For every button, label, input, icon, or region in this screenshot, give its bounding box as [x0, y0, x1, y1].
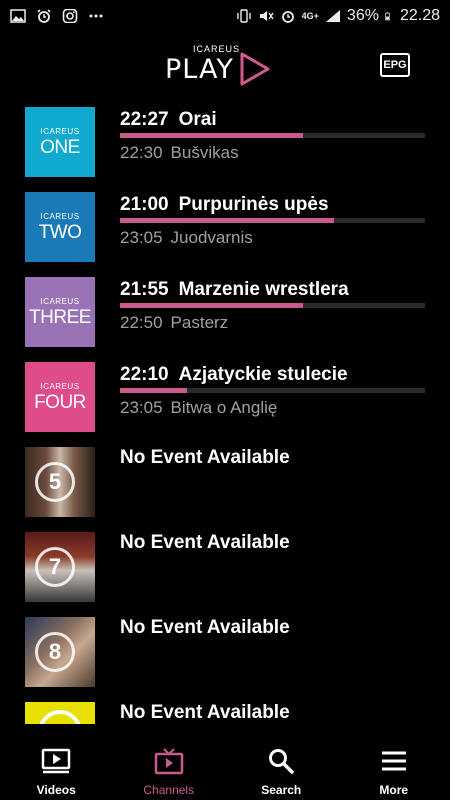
- nav-videos[interactable]: Videos: [0, 735, 113, 800]
- tv-icon: [154, 747, 184, 775]
- channel-row-8[interactable]: 8 No Event Available: [0, 613, 450, 698]
- up-next: 22:30 Bušvikas: [120, 143, 239, 163]
- up-next: 23:05 Bitwa o Anglię: [120, 398, 277, 418]
- now-time: 21:55: [120, 279, 169, 300]
- menu-icon: [379, 747, 409, 775]
- channel-row-four[interactable]: ICAREUS FOUR 22:10 Azjatyckie stulecie 23…: [0, 358, 450, 443]
- image-icon: [10, 9, 26, 23]
- next-title: Juodvarnis: [170, 228, 253, 247]
- now-playing: 21:55 Marzenie wrestlera: [120, 279, 349, 301]
- battery-percent: 36%: [346, 7, 379, 24]
- nav-label: Channels: [143, 783, 195, 797]
- channel-brand: ICAREUS: [40, 297, 80, 306]
- epg-button[interactable]: EPG: [380, 53, 410, 77]
- channel-logo-two[interactable]: ICAREUS TWO: [25, 192, 95, 262]
- program-progress: [120, 388, 425, 393]
- channel-row-one[interactable]: ICAREUS ONE 22:27 Orai 22:30 Bušvikas: [0, 103, 450, 188]
- channel-row-7[interactable]: 7 No Event Available: [0, 528, 450, 613]
- channel-row-two[interactable]: ICAREUS TWO 21:00 Purpurinės upės 23:05 Ju…: [0, 188, 450, 273]
- channel-number-badge: 5: [35, 462, 75, 502]
- channel-brand: ICAREUS: [40, 127, 80, 136]
- channel-brand: ICAREUS: [40, 212, 80, 221]
- alarm-icon: [37, 9, 51, 23]
- now-title: Azjatyckie stulecie: [178, 364, 348, 385]
- instagram-icon: [62, 9, 78, 23]
- signal-icon: [325, 10, 340, 22]
- now-time: 22:10: [120, 364, 169, 385]
- channel-name: FOUR: [34, 392, 86, 413]
- next-time: 23:05: [120, 228, 163, 247]
- status-time: 22.28: [399, 7, 440, 24]
- nav-more[interactable]: More: [338, 735, 450, 800]
- program-progress: [120, 218, 425, 223]
- no-event-text: No Event Available: [120, 532, 290, 553]
- nav-channels[interactable]: Channels: [113, 735, 226, 800]
- search-icon: [266, 747, 296, 775]
- channel-name: ONE: [40, 137, 80, 158]
- epg-label: EPG: [383, 59, 407, 71]
- logo-brand-text: ICAREUS: [193, 44, 241, 54]
- channel-list[interactable]: ICAREUS ONE 22:27 Orai 22:30 Bušvikas ICAR…: [0, 103, 450, 724]
- channel-number-badge: 7: [35, 547, 75, 587]
- channel-logo-one[interactable]: ICAREUS ONE: [25, 107, 95, 177]
- battery-icon: [385, 12, 390, 21]
- channel-name: THREE: [29, 307, 91, 328]
- channel-logo-four[interactable]: ICAREUS FOUR: [25, 362, 95, 432]
- more-dots-icon: [89, 14, 103, 18]
- program-progress: [120, 303, 425, 308]
- next-title: Bušvikas: [170, 143, 239, 162]
- channel-name: TWO: [38, 222, 82, 243]
- now-playing: 21:00 Purpurinės upės: [120, 194, 329, 216]
- up-next: 22:50 Pasterz: [120, 313, 228, 333]
- now-title: Purpurinės upės: [178, 194, 329, 215]
- no-event-text: No Event Available: [120, 617, 290, 638]
- no-event-text: No Event Available: [120, 447, 290, 468]
- play-triangle-icon: [240, 52, 270, 86]
- channel-row-three[interactable]: ICAREUS THREE 21:55 Marzenie wrestlera 22…: [0, 273, 450, 358]
- channel-brand: ICAREUS: [40, 382, 80, 391]
- now-title: Orai: [178, 109, 217, 130]
- now-playing: 22:10 Azjatyckie stulecie: [120, 364, 348, 386]
- progress-fill: [120, 388, 188, 393]
- status-bar: 4G+ 36% 22.28: [0, 0, 450, 32]
- channel-thumbnail-8[interactable]: 8: [25, 617, 95, 687]
- program-progress: [120, 133, 425, 138]
- vibrate-icon: [236, 9, 251, 23]
- mute-icon: [259, 11, 274, 21]
- next-time: 22:30: [120, 143, 163, 162]
- progress-fill: [120, 218, 334, 223]
- nav-label: Videos: [36, 783, 76, 797]
- channel-row-5[interactable]: 5 No Event Available: [0, 443, 450, 528]
- network-type: 4G+: [301, 10, 319, 21]
- now-title: Marzenie wrestlera: [178, 279, 349, 300]
- status-right: 4G+ 36% 22.28: [236, 7, 440, 25]
- channel-thumbnail-7[interactable]: 7: [25, 532, 95, 602]
- next-time: 22:50: [120, 313, 163, 332]
- now-time: 21:00: [120, 194, 169, 215]
- alarm-clock-icon: [281, 11, 294, 23]
- no-event-text: No Event Available: [120, 702, 290, 723]
- app-header: ICAREUS PLAY EPG: [0, 38, 450, 88]
- next-title: Pasterz: [170, 313, 229, 332]
- now-playing: 22:27 Orai: [120, 109, 217, 131]
- channel-thumbnail-5[interactable]: 5: [25, 447, 95, 517]
- progress-fill: [120, 133, 303, 138]
- channel-logo-three[interactable]: ICAREUS THREE: [25, 277, 95, 347]
- status-left-icons: [10, 9, 104, 23]
- channel-thumbnail-next[interactable]: [25, 702, 95, 724]
- videos-icon: [41, 747, 71, 775]
- next-time: 23:05: [120, 398, 163, 417]
- bottom-navigation: Videos Channels Search More: [0, 735, 450, 800]
- logo-play-text: PLAY: [165, 54, 234, 85]
- next-title: Bitwa o Anglię: [170, 398, 278, 417]
- nav-label: More: [379, 783, 409, 797]
- progress-fill: [120, 303, 303, 308]
- nav-label: Search: [261, 783, 302, 797]
- nav-search[interactable]: Search: [225, 735, 338, 800]
- channel-number-badge: 8: [35, 632, 75, 672]
- icareus-play-logo: ICAREUS PLAY: [165, 44, 275, 86]
- channel-row-next[interactable]: No Event Available: [0, 698, 450, 724]
- now-time: 22:27: [120, 109, 169, 130]
- up-next: 23:05 Juodvarnis: [120, 228, 253, 248]
